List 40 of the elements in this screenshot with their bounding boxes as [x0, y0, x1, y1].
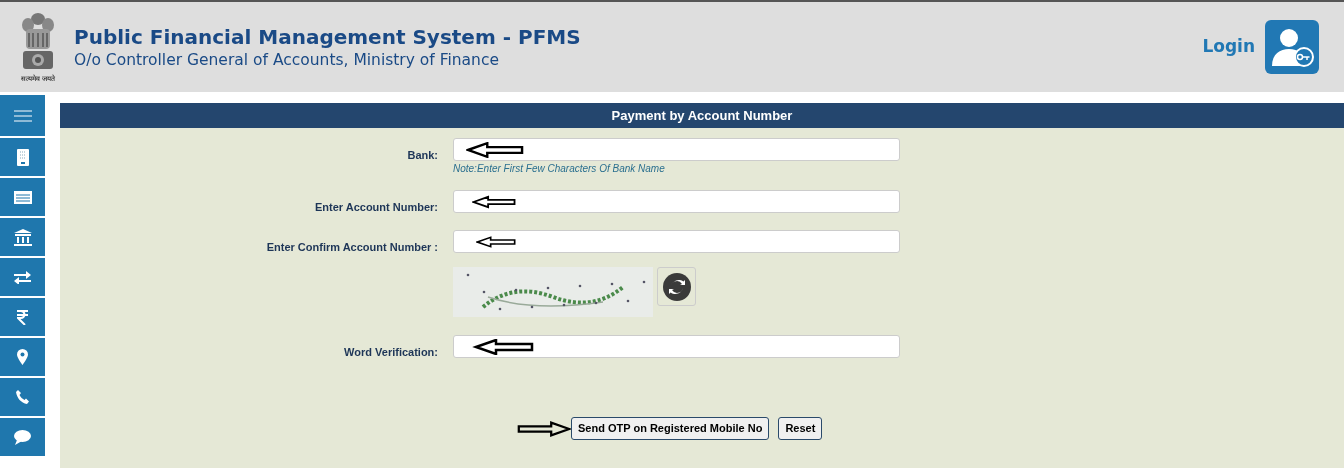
mobile-icon[interactable]	[16, 148, 29, 166]
field-label: Enter Confirm Account Number :	[266, 241, 438, 253]
location-pin-icon[interactable]	[17, 349, 28, 365]
action-button[interactable]: Send OTP on Registered Mobile No	[571, 417, 770, 440]
arrow-icon	[517, 420, 571, 437]
refresh-icon	[662, 272, 691, 301]
action-button[interactable]: Reset	[778, 417, 823, 440]
arrow-icon	[472, 193, 516, 210]
user-key-icon[interactable]	[1265, 20, 1319, 74]
phone-icon[interactable]	[15, 390, 30, 404]
sidebar-item[interactable]	[0, 258, 45, 298]
input-field[interactable]	[453, 335, 900, 358]
rupee-icon[interactable]	[17, 309, 28, 325]
arrow-icon	[476, 233, 516, 250]
hint-text: Note:Enter First Few Characters Of Bank Name	[453, 162, 666, 176]
sidebar-item[interactable]	[0, 338, 45, 378]
card-icon[interactable]	[13, 190, 32, 204]
field-label: Bank:	[407, 149, 438, 161]
input-field[interactable]	[453, 230, 900, 253]
chat-icon[interactable]	[14, 429, 31, 445]
bank-icon[interactable]	[13, 228, 32, 246]
sidebar-item[interactable]	[0, 218, 45, 258]
sidebar-item[interactable]	[0, 378, 45, 418]
field-label: Word Verification:	[344, 346, 438, 358]
arrow-icon	[472, 338, 536, 355]
transfer-icon[interactable]	[14, 270, 31, 284]
input-field[interactable]	[453, 138, 900, 161]
sidebar-item[interactable]	[0, 418, 45, 458]
field-label: Enter Account Number:	[314, 201, 438, 213]
arrow-icon	[466, 141, 524, 158]
refresh-button[interactable]	[657, 267, 696, 306]
sidebar-item[interactable]	[0, 298, 45, 338]
sidebar-item[interactable]	[0, 95, 45, 138]
sidebar-item[interactable]	[0, 138, 45, 178]
sidebar-item[interactable]	[0, 178, 45, 218]
input-field[interactable]	[453, 190, 900, 213]
site-subtitle: O/o Controller General of Accounts, Ministry of Finance	[74, 50, 500, 70]
site-title: Public Financial Management System - PFMS	[74, 24, 581, 50]
form-title-bar: Payment by Account Number	[60, 103, 1344, 128]
login-link[interactable]: Login	[1202, 34, 1255, 60]
